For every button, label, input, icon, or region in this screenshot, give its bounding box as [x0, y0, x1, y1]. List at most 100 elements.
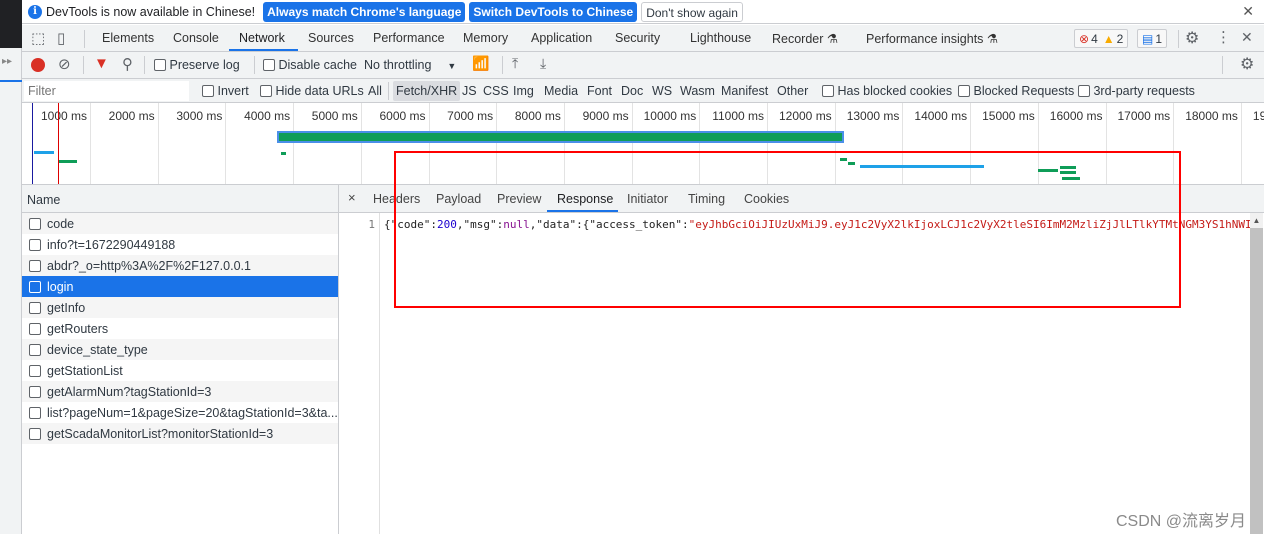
import-har-icon[interactable]: ⤒ — [512, 55, 518, 72]
request-checkbox[interactable] — [29, 301, 41, 314]
request-checkbox[interactable] — [29, 217, 41, 230]
request-name: list?pageNum=1&pageSize=20&tagStationId=… — [47, 405, 338, 420]
request-checkbox[interactable] — [29, 406, 41, 419]
tab-network[interactable]: Network — [239, 31, 285, 45]
tab-application[interactable]: Application — [531, 31, 592, 45]
request-row[interactable]: login — [22, 276, 338, 297]
tab-label: Performance insights — [866, 32, 984, 46]
label: Blocked Requests — [973, 84, 1075, 98]
messages-badge[interactable]: ▤ 1 — [1137, 29, 1168, 48]
name-column-header[interactable]: Name — [22, 185, 338, 213]
filter-type-fetch-xhr[interactable]: Fetch/XHR — [393, 81, 461, 101]
disable-cache-checkbox[interactable]: Disable cache — [263, 58, 357, 72]
close-detail-icon[interactable]: × — [348, 190, 356, 205]
tab-security[interactable]: Security — [615, 31, 660, 45]
browser-page-edge: ▸▸ — [0, 0, 22, 534]
request-row[interactable]: abdr?_o=http%3A%2F%2F127.0.0.1 — [22, 255, 338, 276]
clear-icon[interactable]: ⊘ — [58, 55, 71, 73]
filter-type-all[interactable]: All — [368, 84, 382, 98]
warning-count: 2 — [1116, 31, 1124, 46]
filter-type-css[interactable]: CSS — [483, 84, 509, 98]
filter-type-doc[interactable]: Doc — [621, 84, 643, 98]
request-checkbox[interactable] — [29, 280, 41, 293]
close-infobar-icon[interactable]: ✕ — [1242, 3, 1254, 20]
switch-to-chinese-button[interactable]: Switch DevTools to Chinese — [469, 1, 638, 22]
experiment-flask-icon: ⚗ — [826, 32, 839, 46]
filter-type-other[interactable]: Other — [777, 84, 808, 98]
request-checkbox[interactable] — [29, 427, 41, 440]
tab-sources[interactable]: Sources — [308, 31, 354, 45]
response-scrollbar[interactable] — [1250, 228, 1263, 534]
always-match-language-button[interactable]: Always match Chrome's language — [263, 1, 466, 22]
filter-type-manifest[interactable]: Manifest — [721, 84, 768, 98]
timeline-tick-label: 10000 ms — [643, 109, 697, 123]
search-icon[interactable]: ⚲ — [122, 55, 133, 73]
filter-icon[interactable]: ▼ — [94, 55, 109, 72]
filter-type-wasm[interactable]: Wasm — [680, 84, 715, 98]
request-checkbox[interactable] — [29, 385, 41, 398]
record-icon[interactable] — [31, 58, 45, 72]
tab-console[interactable]: Console — [173, 31, 219, 45]
tab-recorder[interactable]: Recorder ⚗ — [772, 31, 838, 46]
error-count: 4 — [1091, 31, 1098, 46]
throttling-select[interactable]: No throttling ▼ — [364, 58, 456, 72]
export-har-icon[interactable]: ⤓ — [540, 55, 546, 72]
request-checkbox[interactable] — [29, 343, 41, 356]
timeline-tick-label: 7000 ms — [447, 109, 494, 123]
label: Has blocked cookies — [837, 84, 953, 98]
filter-type-js[interactable]: JS — [462, 84, 477, 98]
request-row[interactable]: getStationList — [22, 360, 338, 381]
request-row[interactable]: info?t=1672290449188 — [22, 234, 338, 255]
filter-type-img[interactable]: Img — [513, 84, 534, 98]
info-icon: i — [28, 4, 42, 19]
network-settings-gear-icon[interactable]: ⚙ — [1240, 54, 1254, 74]
request-checkbox[interactable] — [29, 238, 41, 251]
filter-type-font[interactable]: Font — [587, 84, 612, 98]
timeline-tick-label: 4000 ms — [244, 109, 291, 123]
request-row[interactable]: getAlarmNum?tagStationId=3 — [22, 381, 338, 402]
filter-input[interactable] — [24, 81, 189, 101]
close-devtools-icon[interactable]: ✕ — [1241, 29, 1253, 46]
request-name: device_state_type — [47, 342, 148, 357]
timeline-tick-label: 3000 ms — [176, 109, 223, 123]
issues-badge[interactable]: ⊗ 4 ▲ 2 — [1074, 29, 1129, 48]
has-blocked-cookies-checkbox[interactable]: Has blocked cookies — [822, 84, 952, 98]
settings-gear-icon[interactable]: ⚙ — [1185, 28, 1199, 48]
warning-icon: ▲ — [1102, 31, 1115, 46]
invert-checkbox[interactable]: Invert — [202, 84, 249, 98]
scroll-up-arrow-icon[interactable]: ▲ — [1250, 213, 1263, 228]
more-options-icon[interactable]: ⋮ — [1216, 28, 1231, 46]
request-row[interactable]: getScadaMonitorList?monitorStationId=3 — [22, 423, 338, 444]
request-row[interactable]: device_state_type — [22, 339, 338, 360]
dont-show-again-button[interactable]: Don't show again — [641, 1, 743, 22]
device-toolbar-icon[interactable]: ▯ — [57, 29, 65, 47]
inspect-element-icon[interactable]: ⬚ — [31, 29, 45, 47]
preserve-log-checkbox[interactable]: Preserve log — [154, 58, 240, 72]
dom-content-loaded-marker — [32, 103, 33, 184]
timeline-tick-label: 14000 ms — [914, 109, 968, 123]
timeline-tick-label: 18000 ms — [1185, 109, 1238, 123]
hide-data-urls-checkbox[interactable]: Hide data URLs — [260, 84, 364, 98]
dropdown-arrow-icon: ▼ — [447, 61, 457, 71]
timeline-request-bar — [281, 152, 286, 155]
timeline-request-bar — [59, 160, 77, 163]
timeline-tick-label: 13000 ms — [846, 109, 900, 123]
tab-lighthouse[interactable]: Lighthouse — [690, 31, 751, 45]
tab-performance[interactable]: Performance — [373, 31, 445, 45]
third-party-requests-checkbox[interactable]: 3rd-party requests — [1078, 84, 1195, 98]
filter-type-ws[interactable]: WS — [652, 84, 672, 98]
request-checkbox[interactable] — [29, 322, 41, 335]
filter-type-media[interactable]: Media — [544, 84, 578, 98]
label: 3rd-party requests — [1093, 84, 1195, 98]
request-row[interactable]: list?pageNum=1&pageSize=20&tagStationId=… — [22, 402, 338, 423]
request-row[interactable]: getInfo — [22, 297, 338, 318]
network-conditions-icon[interactable]: 📶 — [472, 55, 489, 72]
request-checkbox[interactable] — [29, 364, 41, 377]
request-row[interactable]: code — [22, 213, 338, 234]
request-row[interactable]: getRouters — [22, 318, 338, 339]
blocked-requests-checkbox[interactable]: Blocked Requests — [958, 84, 1074, 98]
tab-performance-insights[interactable]: Performance insights ⚗ — [866, 31, 998, 46]
request-checkbox[interactable] — [29, 259, 41, 272]
tab-elements[interactable]: Elements — [102, 31, 154, 45]
tab-memory[interactable]: Memory — [463, 31, 508, 45]
